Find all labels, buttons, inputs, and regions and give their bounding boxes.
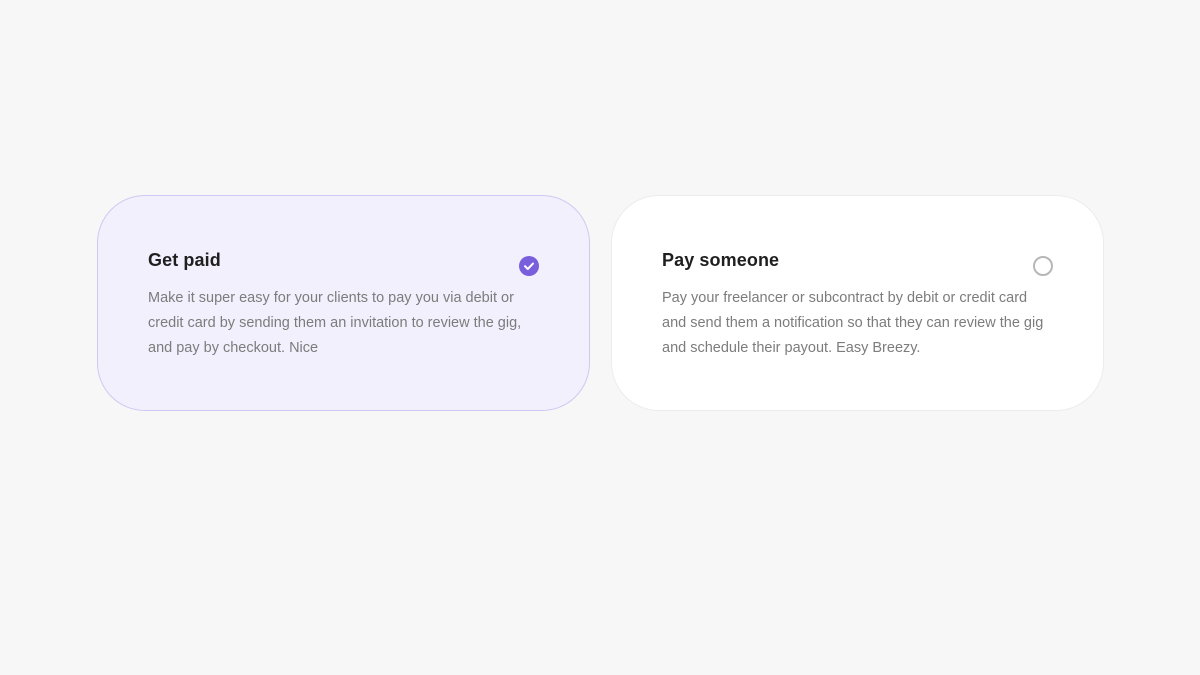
option-title: Pay someone (662, 250, 780, 270)
option-card-get-paid[interactable]: Get paid Make it super easy for your cli… (97, 195, 590, 411)
radio-empty-icon[interactable] (1033, 256, 1053, 276)
check-icon (524, 262, 534, 270)
option-title: Get paid (148, 250, 221, 270)
option-description: Make it super easy for your clients to p… (148, 290, 522, 356)
radio-checked-icon[interactable] (519, 256, 539, 276)
option-card-pay-someone[interactable]: Pay someone Pay your freelancer or subco… (611, 195, 1104, 411)
option-description: Pay your freelancer or subcontract by de… (662, 290, 1044, 356)
